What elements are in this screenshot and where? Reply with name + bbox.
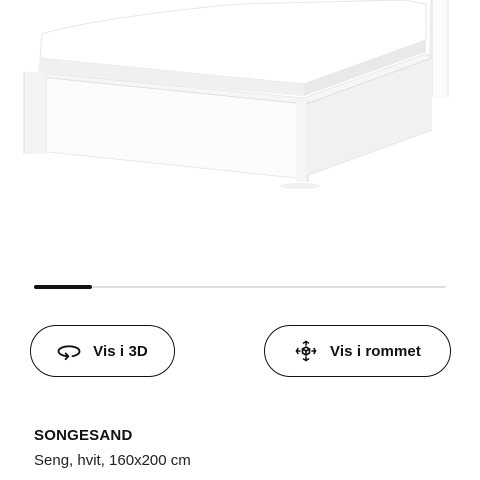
bed-image	[23, 0, 449, 189]
rotate-360-icon	[57, 341, 81, 361]
view-in-3d-button[interactable]: Vis i 3D	[30, 325, 175, 377]
product-image[interactable]	[0, 0, 480, 270]
product-name[interactable]: SONGESAND	[34, 427, 132, 444]
view-in-room-label: Vis i rommet	[330, 342, 421, 360]
carousel-progress-indicator	[34, 285, 92, 289]
view-in-3d-label: Vis i 3D	[93, 342, 148, 360]
augmented-reality-icon	[294, 339, 318, 363]
product-description: Seng, hvit, 160x200 cm	[34, 452, 191, 469]
carousel-progress[interactable]	[34, 285, 446, 289]
view-in-room-button[interactable]: Vis i rommet	[264, 325, 451, 377]
